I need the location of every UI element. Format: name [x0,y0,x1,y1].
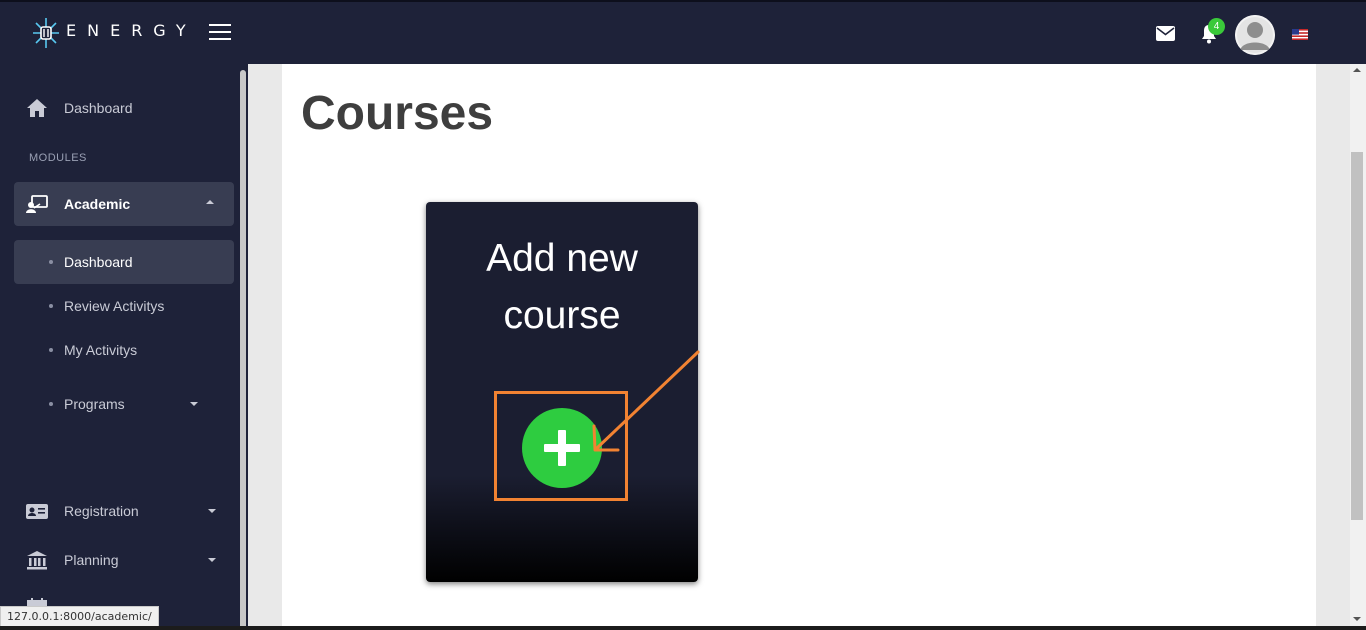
card-title-line-2: course [503,294,621,337]
chevron-down-icon [208,509,216,513]
card-title-line-1: Add new [486,237,638,280]
brand-name[interactable]: ENERGY [66,21,197,40]
section-label-modules: MODULES [29,152,87,164]
page-scrollbar-thumb[interactable] [1351,152,1363,520]
scroll-down-icon[interactable] [1353,617,1361,621]
sidebar-item-dashboard[interactable]: Dashboard [14,86,234,130]
sidebar-item-label: Registration [64,503,139,519]
energy-logo-icon[interactable] [30,16,62,50]
status-bar-url: 127.0.0.1:8000/academic/ [0,606,159,628]
sidebar-item-academic[interactable]: Academic [14,182,234,226]
chevron-down-icon [190,402,198,406]
id-card-icon [26,504,48,519]
bullet-icon [49,348,53,352]
bank-icon [27,551,47,570]
notification-badge: 4 [1208,18,1225,35]
sidebar-item-label: Academic [64,196,131,212]
window-bottom-edge [0,626,1366,630]
sidebar-subitem-my-activitys[interactable]: My Activitys [14,328,234,372]
bullet-icon [49,402,53,406]
chevron-down-icon [208,558,216,562]
sidebar-item-label: My Activitys [64,342,138,358]
mail-icon[interactable] [1156,26,1175,41]
add-course-button[interactable] [522,408,602,488]
page-title: Courses [301,87,494,140]
sidebar-scrollbar[interactable] [240,70,246,630]
home-icon [27,99,47,117]
sidebar-item-label: Planning [64,552,119,568]
sidebar-item-label: Dashboard [64,100,133,116]
avatar[interactable] [1235,15,1275,55]
teacher-board-icon [26,195,48,213]
sidebar-item-label: Dashboard [64,254,133,270]
sidebar-subitem-programs[interactable]: Programs [14,382,234,426]
sidebar-item-label: Review Activitys [64,298,165,314]
sidebar-item-label: Programs [64,396,125,412]
hamburger-icon[interactable] [209,24,231,42]
us-flag-icon[interactable] [1292,29,1308,40]
card-title: Add new course [426,230,698,344]
add-course-card[interactable]: Add new course [426,202,698,582]
top-navbar: ENERGY 4 [0,0,1366,64]
sidebar-subitem-review-activitys[interactable]: Review Activitys [14,284,234,328]
sidebar-item-planning[interactable]: Planning [14,538,234,582]
scroll-up-icon[interactable] [1353,68,1361,72]
sidebar-item-registration[interactable]: Registration [14,489,234,533]
bullet-icon [49,304,53,308]
bullet-icon [49,260,53,264]
chevron-up-icon [206,200,214,204]
sidebar-subitem-dashboard[interactable]: Dashboard [14,240,234,284]
